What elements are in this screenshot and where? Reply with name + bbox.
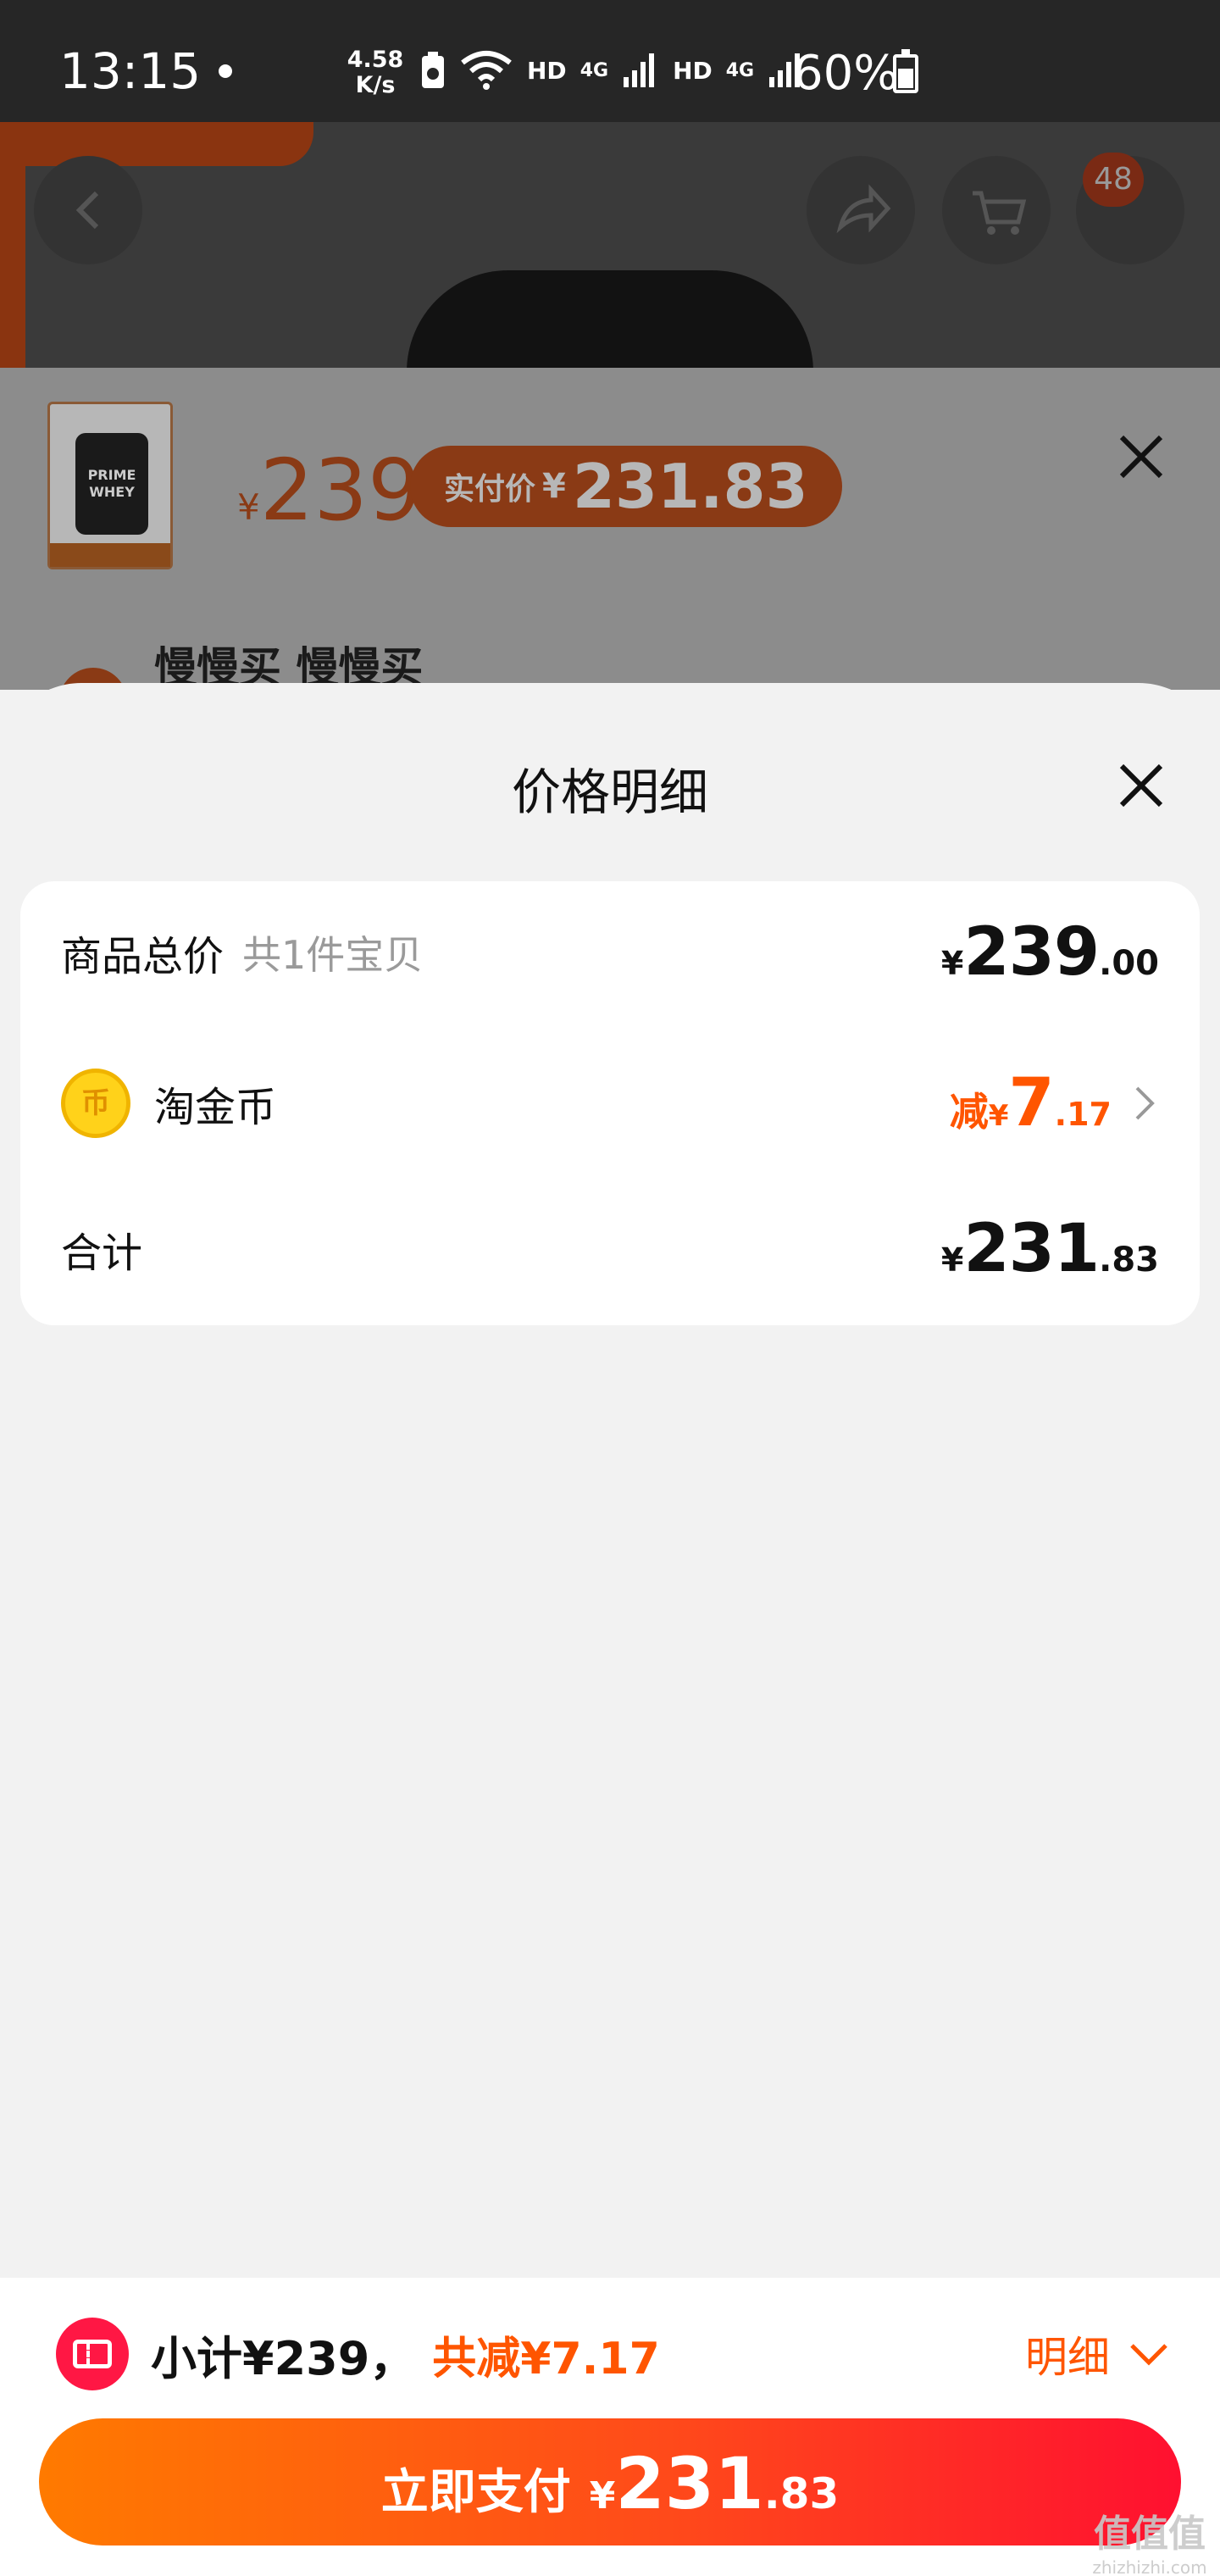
discount-currency: ¥ <box>988 1099 1009 1133</box>
cart-count-badge: 48 <box>1083 153 1144 207</box>
total-label: 合计 <box>61 1230 143 1277</box>
goods-total-amount: ¥ 239 .00 <box>941 914 1159 991</box>
goods-total-row: 商品总价 共1件宝贝 ¥ 239 .00 <box>61 914 1159 991</box>
chevron-right-icon <box>1135 1086 1155 1120</box>
signal-icon-1 <box>624 53 655 87</box>
total-currency: ¥ <box>940 1241 964 1279</box>
actual-price-label: 实付价 <box>444 472 536 507</box>
pay-amount-dec: .83 <box>763 2469 840 2518</box>
back-button[interactable] <box>34 156 142 264</box>
network-speed-value: 4.58 <box>347 47 404 73</box>
coupon-icon <box>56 2318 129 2390</box>
sku-price-value: 239 <box>259 441 422 540</box>
battery-icon <box>893 49 918 93</box>
network-speed-unit: K/s <box>355 72 396 98</box>
network-speed: 4.58 K/s <box>346 47 405 98</box>
share-icon <box>836 184 891 234</box>
sku-close-icon[interactable] <box>1113 429 1169 485</box>
status-time: 13:15 <box>59 42 202 100</box>
network-type-1: 4G <box>580 59 609 81</box>
goods-amount-int: 239 <box>963 914 1100 991</box>
pay-now-button[interactable]: 立即支付 ¥ 231 .83 <box>39 2418 1181 2545</box>
goods-total-label: 商品总价 <box>61 933 225 980</box>
watermark-sub: zhizhizhi.com <box>1092 2557 1207 2576</box>
status-icons: HD 4G HD 4G <box>420 49 805 92</box>
goods-currency: ¥ <box>940 945 964 982</box>
goods-amount-dec: .00 <box>1099 944 1159 983</box>
close-icon[interactable] <box>1113 758 1169 813</box>
subtotal-text: 小计¥239， <box>151 2331 416 2385</box>
detail-label: 明细 <box>1025 2333 1110 2382</box>
actual-price-value: 231.83 <box>572 451 808 522</box>
pay-amount-int: 231 <box>615 2442 764 2525</box>
price-breakdown-card: 商品总价 共1件宝贝 ¥ 239 .00 币 淘金币 减 ¥ 7 .17 合计 … <box>20 881 1200 1325</box>
taojinbi-row[interactable]: 币 淘金币 减 ¥ 7 .17 <box>61 1061 1159 1146</box>
sheet-title: 价格明细 <box>511 763 708 821</box>
total-amount-int: 231 <box>963 1211 1100 1287</box>
sku-price-currency: ¥ <box>237 486 260 528</box>
detail-toggle[interactable]: 明细 <box>1025 2323 1169 2384</box>
coin-icon: 币 <box>61 1069 130 1138</box>
battery-saver-icon <box>422 52 444 88</box>
product-jar-image: PRIME WHEY <box>75 433 148 535</box>
saved-text: 共减¥7.17 <box>432 2333 660 2384</box>
coin-glyph: 币 <box>81 1086 110 1120</box>
checkout-footer: 小计¥239， 共减¥7.17 明细 立即支付 ¥ 231 .83 <box>0 2278 1220 2576</box>
watermark: 值值值 zhizhizhi.com <box>1086 2503 1213 2576</box>
cart-button[interactable] <box>942 156 1051 264</box>
thumb-strip <box>50 543 170 567</box>
hd-label-2: HD <box>673 56 713 85</box>
chevron-down-icon <box>1130 2344 1167 2366</box>
discount-prefix: 减 <box>949 1089 989 1135</box>
notification-dot <box>219 64 232 78</box>
product-page-background: 48 <box>0 122 1220 372</box>
cart-icon <box>973 191 1027 235</box>
network-type-2: 4G <box>725 59 755 81</box>
thumb-label-1: PRIME <box>87 467 136 483</box>
pay-currency: ¥ <box>589 2474 616 2518</box>
taojinbi-discount: 减 ¥ 7 .17 <box>950 1065 1159 1141</box>
discount-int: 7 <box>1008 1065 1055 1141</box>
screen: 13:15 4.58 K/s HD 4G HD 4G 60% 48 PRIME … <box>0 0 1220 2576</box>
status-bar: 13:15 4.58 K/s HD 4G HD 4G 60% <box>0 0 1220 122</box>
share-button[interactable] <box>807 156 915 264</box>
sku-price: ¥239 <box>237 441 422 540</box>
subtotal-row: 小计¥239， 共减¥7.17 明细 <box>56 2312 1169 2396</box>
hd-label-1: HD <box>527 56 567 85</box>
back-arrow-icon <box>75 191 99 230</box>
discount-dec: .17 <box>1054 1096 1112 1133</box>
taojinbi-label: 淘金币 <box>154 1084 277 1131</box>
sku-thumbnail: PRIME WHEY <box>47 402 173 569</box>
total-row: 合计 ¥ 231 .83 <box>61 1211 1159 1287</box>
goods-count: 共1件宝贝 <box>242 932 424 978</box>
pay-label: 立即支付 <box>380 2465 571 2520</box>
watermark-main: 值值值 <box>1094 2512 1206 2556</box>
wifi-icon <box>461 51 512 90</box>
total-amount: ¥ 231 .83 <box>941 1211 1159 1287</box>
actual-price-currency: ¥ <box>542 467 566 506</box>
product-image <box>407 270 813 372</box>
thumb-label-2: WHEY <box>89 484 135 500</box>
battery-percent: 60% <box>793 46 899 101</box>
total-amount-dec: .83 <box>1099 1241 1159 1280</box>
actual-price-pill: 实付价 ¥ 231.83 <box>410 446 842 527</box>
